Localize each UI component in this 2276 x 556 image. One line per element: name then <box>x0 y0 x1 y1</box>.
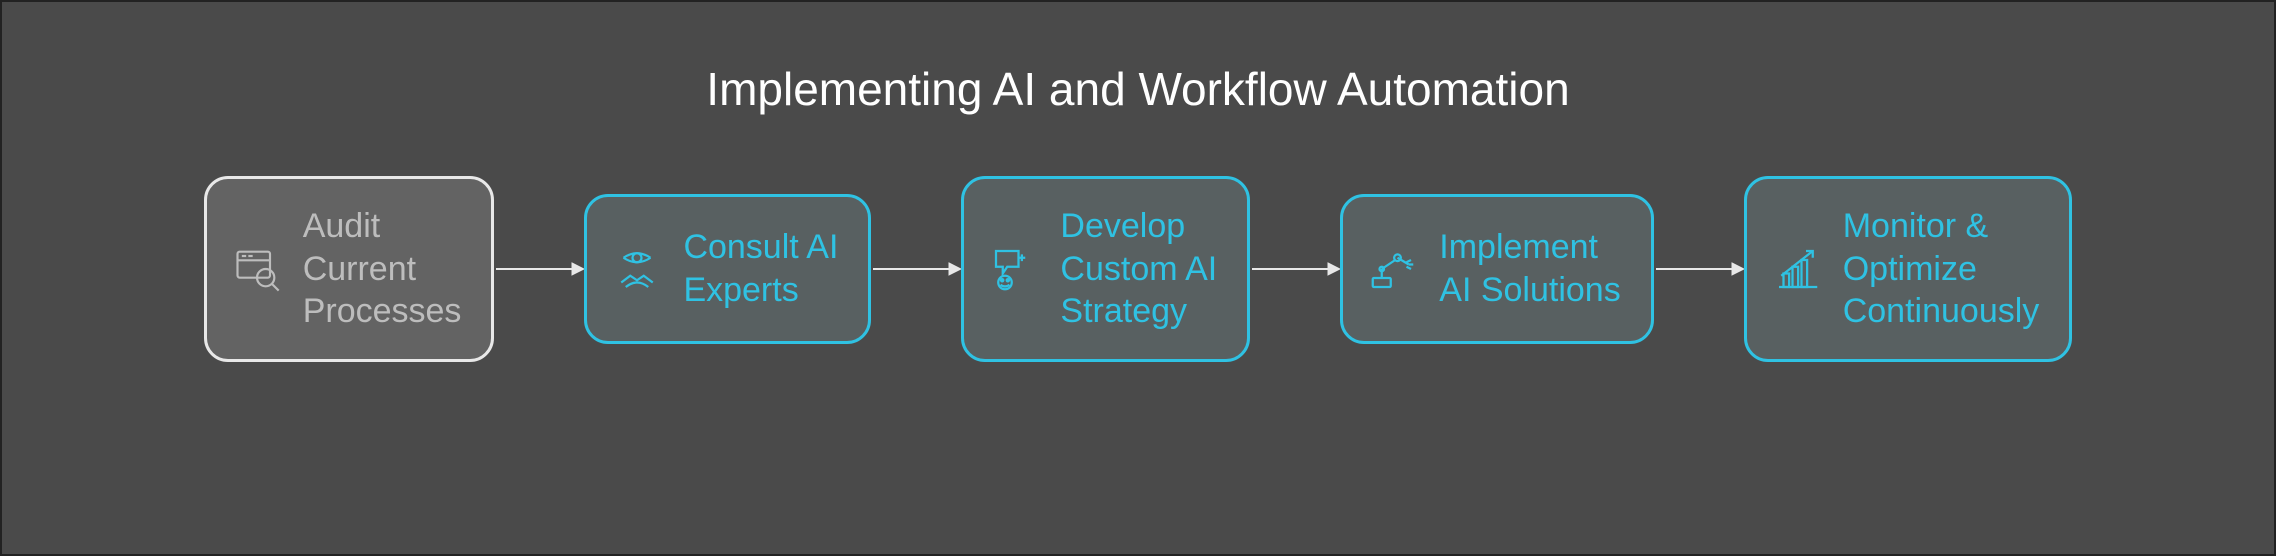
arrow-icon <box>494 254 584 284</box>
step-audit: Audit Current Processes <box>204 176 495 362</box>
diagram-title: Implementing AI and Workflow Automation <box>706 62 1569 116</box>
step-label: Develop Custom AI Strategy <box>1060 205 1217 333</box>
step-label: Monitor & Optimize Continuously <box>1843 205 2040 333</box>
step-label: Consult AI Experts <box>683 226 838 311</box>
workflow-row: Audit Current Processes Consult AI Exper… <box>42 176 2234 362</box>
step-consult: Consult AI Experts <box>584 194 871 344</box>
step-label: Implement AI Solutions <box>1439 226 1620 311</box>
audit-icon <box>229 241 285 297</box>
arrow-icon <box>1654 254 1744 284</box>
arrow-icon <box>1250 254 1340 284</box>
strategy-icon <box>986 241 1042 297</box>
arrow-icon <box>871 254 961 284</box>
step-develop: Develop Custom AI Strategy <box>961 176 1250 362</box>
implement-icon <box>1365 241 1421 297</box>
consult-icon <box>609 241 665 297</box>
monitor-icon <box>1769 241 1825 297</box>
step-label: Audit Current Processes <box>303 205 462 333</box>
step-monitor: Monitor & Optimize Continuously <box>1744 176 2073 362</box>
diagram-canvas: Implementing AI and Workflow Automation … <box>0 0 2276 556</box>
step-implement: Implement AI Solutions <box>1340 194 1653 344</box>
